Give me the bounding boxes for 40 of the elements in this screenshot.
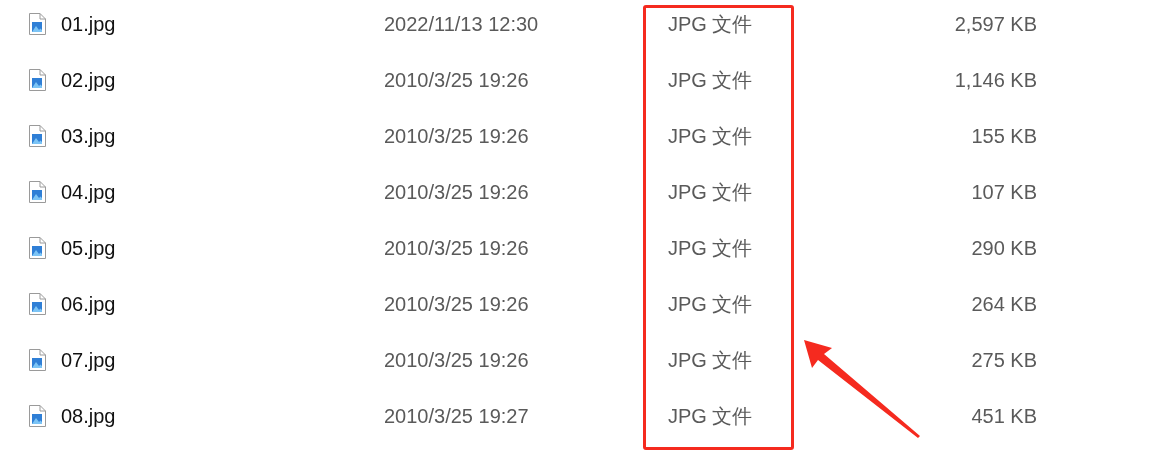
file-name: 01.jpg [61, 12, 116, 35]
file-type: JPG 文件 [668, 292, 753, 315]
date-modified: 2010/3/25 19:26 [384, 180, 529, 203]
file-type: JPG 文件 [668, 124, 753, 147]
file-size: 107 KB [971, 180, 1037, 203]
image-file-icon [28, 349, 46, 371]
date-modified: 2022/11/13 12:30 [384, 12, 539, 35]
file-size: 451 KB [971, 404, 1037, 427]
file-type: JPG 文件 [668, 180, 753, 203]
file-type: JPG 文件 [668, 404, 753, 427]
file-size: 2,597 KB [954, 12, 1037, 35]
image-file-icon [28, 69, 46, 91]
image-file-icon [28, 13, 46, 35]
file-type: JPG 文件 [668, 236, 753, 259]
date-modified: 2010/3/25 19:26 [384, 124, 529, 147]
file-name: 03.jpg [61, 124, 116, 147]
date-modified: 2010/3/25 19:26 [384, 292, 529, 315]
file-name: 06.jpg [61, 292, 116, 315]
file-name: 02.jpg [61, 68, 116, 91]
file-size: 155 KB [971, 124, 1037, 147]
file-size: 264 KB [971, 292, 1037, 315]
date-modified: 2010/3/25 19:27 [384, 404, 529, 427]
image-file-icon [28, 181, 46, 203]
file-size: 275 KB [971, 348, 1037, 371]
file-name: 04.jpg [61, 180, 116, 203]
file-type: JPG 文件 [668, 348, 753, 371]
file-type: JPG 文件 [668, 68, 753, 91]
file-type: JPG 文件 [668, 12, 753, 35]
date-modified: 2010/3/25 19:26 [384, 236, 529, 259]
image-file-icon [28, 237, 46, 259]
file-name: 05.jpg [61, 236, 116, 259]
image-file-icon [28, 293, 46, 315]
image-file-icon [28, 125, 46, 147]
date-modified: 2010/3/25 19:26 [384, 68, 529, 91]
file-name: 08.jpg [61, 404, 116, 427]
date-modified: 2010/3/25 19:26 [384, 348, 529, 371]
file-size: 1,146 KB [954, 68, 1037, 91]
image-file-icon [28, 405, 46, 427]
file-name: 07.jpg [61, 348, 116, 371]
file-size: 290 KB [971, 236, 1037, 259]
